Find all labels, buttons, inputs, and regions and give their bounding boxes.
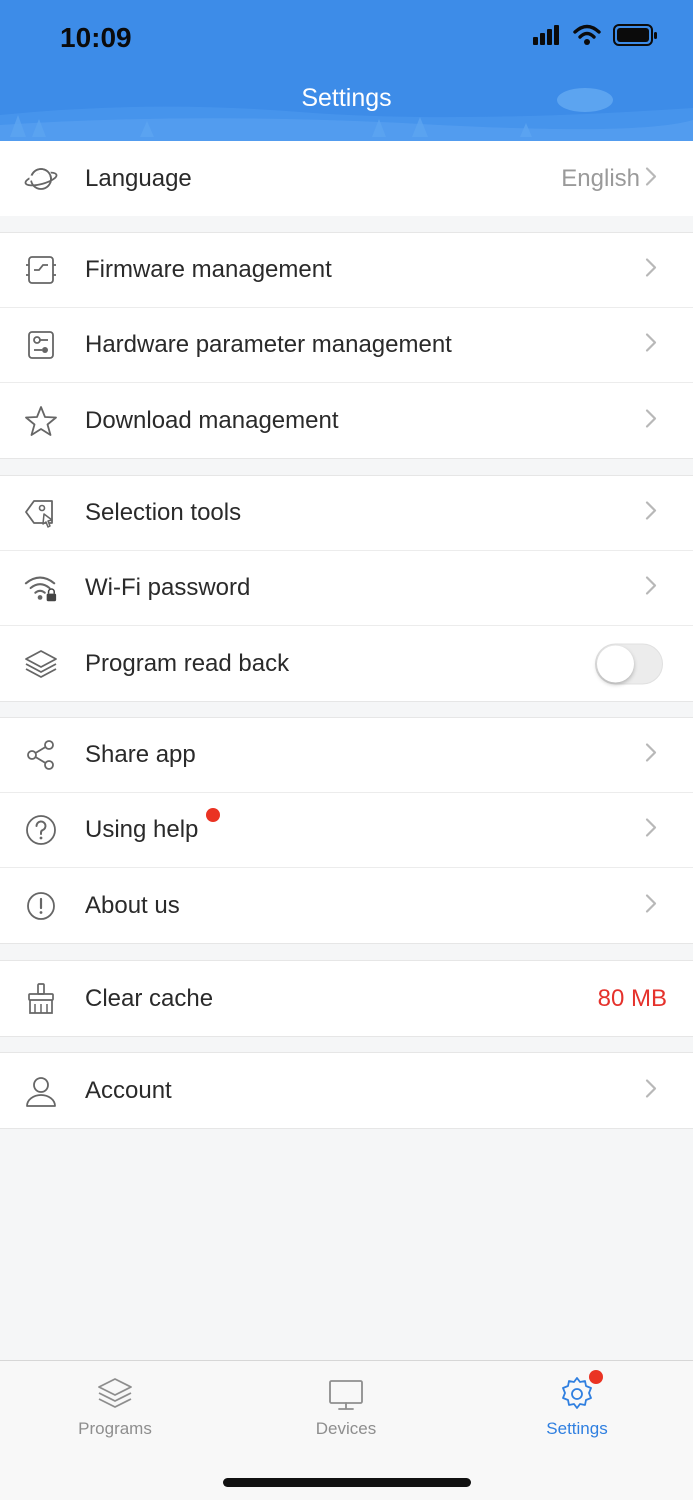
page-title: Settings: [301, 84, 392, 112]
signal-icon: [533, 25, 559, 45]
language-value: English: [561, 164, 640, 192]
battery-icon: [613, 24, 657, 46]
selection-tools-row[interactable]: Selection tools: [0, 476, 693, 551]
user-icon: [24, 1074, 58, 1108]
wifi-password-label: Wi-Fi password: [85, 574, 251, 601]
hardware-params-icon: [24, 328, 58, 362]
selection-tools-label: Selection tools: [85, 499, 242, 526]
cache-size-value: 80 MB: [597, 984, 667, 1012]
question-circle-icon: [24, 813, 58, 847]
broom-icon: [24, 982, 58, 1016]
layers-icon: [24, 647, 58, 681]
status-time: 10:09: [60, 22, 132, 53]
program-read-back-toggle[interactable]: [595, 643, 663, 684]
chevron-right-icon: [645, 166, 657, 191]
download-management-label: Download management: [85, 406, 339, 434]
account-group: Account: [0, 1052, 693, 1129]
language-label: Language: [85, 164, 192, 192]
wifi-password-row[interactable]: Wi-Fi password: [0, 551, 693, 626]
program-read-back-label: Program read back: [85, 649, 290, 677]
header-bar: 10:09 Settings: [0, 0, 693, 141]
star-icon: [24, 404, 58, 438]
home-indicator: [223, 1478, 471, 1487]
account-label: Account: [85, 1076, 172, 1104]
tab-devices[interactable]: Devices: [276, 1375, 416, 1439]
language-row[interactable]: Language English: [0, 141, 693, 216]
chevron-right-icon: [645, 818, 657, 843]
tab-settings[interactable]: Settings: [507, 1370, 647, 1439]
wifi-lock-icon: [24, 571, 58, 605]
management-group: Firmware management Hardware parameter m…: [0, 232, 693, 459]
tab-devices-label: Devices: [315, 1419, 377, 1438]
using-help-row[interactable]: Using help: [0, 793, 693, 868]
monitor-icon: [329, 1380, 363, 1410]
tab-programs-label: Programs: [78, 1419, 152, 1438]
tab-programs[interactable]: Programs: [45, 1375, 185, 1439]
tab-settings-label: Settings: [546, 1419, 608, 1438]
hardware-parameter-management-label: Hardware parameter management: [85, 331, 452, 358]
share-icon: [24, 738, 58, 772]
about-us-row[interactable]: About us: [0, 868, 693, 943]
notification-badge: [206, 808, 220, 822]
chevron-right-icon: [645, 258, 657, 283]
chevron-right-icon: [645, 408, 657, 433]
hardware-parameter-management-row[interactable]: Hardware parameter management: [0, 308, 693, 383]
firmware-management-label: Firmware management: [85, 256, 332, 283]
status-icons: [533, 24, 657, 46]
cache-group: Clear cache 80 MB: [0, 960, 693, 1037]
layers-icon: [98, 1378, 132, 1408]
tools-group: Selection tools Wi-Fi password Program r…: [0, 475, 693, 702]
share-app-row[interactable]: Share app: [0, 718, 693, 793]
download-management-row[interactable]: Download management: [0, 383, 693, 458]
wifi-status-icon: [573, 24, 601, 45]
language-group: Language English: [0, 141, 693, 216]
clear-cache-row[interactable]: Clear cache 80 MB: [0, 961, 693, 1036]
chevron-right-icon: [645, 576, 657, 601]
tag-cursor-icon: [24, 496, 58, 530]
info-group: Share app Using help About us: [0, 717, 693, 944]
firmware-icon: [24, 253, 58, 287]
toggle-knob: [597, 645, 634, 682]
chevron-right-icon: [645, 743, 657, 768]
info-circle-icon: [24, 889, 58, 923]
using-help-label: Using help: [85, 816, 199, 843]
planet-icon: [24, 162, 58, 196]
chevron-right-icon: [645, 893, 657, 918]
clear-cache-label: Clear cache: [85, 984, 214, 1012]
about-us-label: About us: [85, 891, 180, 919]
share-app-label: Share app: [85, 741, 196, 768]
chevron-right-icon: [645, 1078, 657, 1103]
account-row[interactable]: Account: [0, 1053, 693, 1128]
firmware-management-row[interactable]: Firmware management: [0, 233, 693, 308]
chevron-right-icon: [645, 333, 657, 358]
program-read-back-row: Program read back: [0, 626, 693, 701]
notification-badge: [589, 1370, 603, 1384]
chevron-right-icon: [645, 501, 657, 526]
